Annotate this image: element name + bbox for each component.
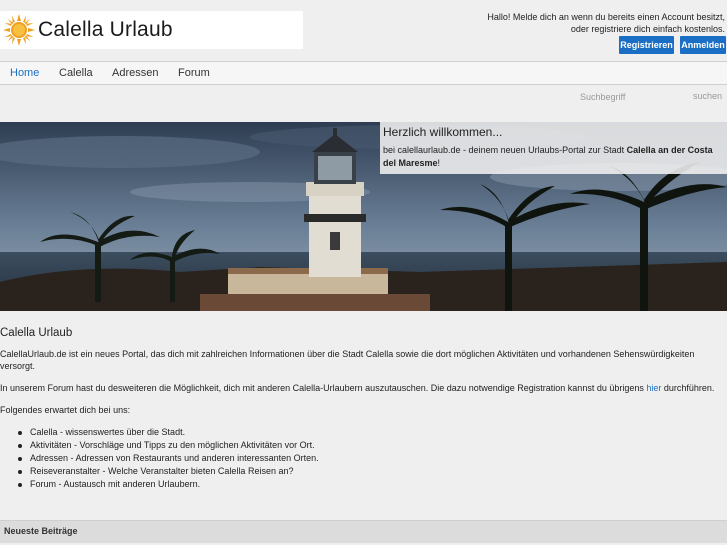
search-button[interactable]: suchen [693,91,722,101]
welcome-line-1: Hallo! Melde dich an wenn du bereits ein… [487,12,725,22]
list-item: Adressen - Adressen von Restaurants und … [18,452,725,465]
nav-item-calella[interactable]: Calella [59,62,93,84]
logo-text: Calella Urlaub [38,18,173,41]
newest-posts-title: Neueste Beiträge [4,526,78,536]
list-item: Forum - Austausch mit anderen Urlaubern. [18,478,725,491]
register-link[interactable]: hier [646,383,661,393]
logo[interactable]: Calella Urlaub [0,11,303,49]
welcome-message: Hallo! Melde dich an wenn du bereits ein… [425,11,725,35]
welcome-overlay: Herzlich willkommen... bei calellaurlaub… [380,122,727,174]
login-button[interactable]: Anmelden [680,36,726,54]
intro-paragraph: CalellaUrlaub.de ist ein neues Portal, d… [0,349,695,371]
welcome-text: bei calellaurlaub.de - deinem neuen Urla… [383,144,725,170]
newest-posts-section: Neueste Beiträge [0,520,727,543]
forum-paragraph-text: In unserem Forum hast du desweiteren die… [0,383,647,393]
nav-item-adressen[interactable]: Adressen [112,62,158,84]
nav-item-forum[interactable]: Forum [178,62,210,84]
nav-item-home[interactable]: Home [10,62,39,84]
welcome-line-2: oder registriere dich einfach kostenlos. [570,24,725,34]
welcome-text-end: ! [437,158,441,168]
register-button[interactable]: Registrieren [619,36,674,54]
feature-list: Calella - wissenswertes über die Stadt. … [0,426,725,491]
page-title: Calella Urlaub [0,327,73,339]
main-content: Calella Urlaub CalellaUrlaub.de ist ein … [0,325,725,491]
search-input[interactable] [578,89,688,105]
sun-logo-icon [3,14,35,46]
forum-paragraph: In unserem Forum hast du desweiteren die… [0,382,725,394]
list-item: Calella - wissenswertes über die Stadt. [18,426,725,439]
forum-paragraph-end: durchführen. [661,383,715,393]
features-intro: Folgendes erwartet dich bei uns: [0,405,131,415]
welcome-title: Herzlich willkommen... [383,125,503,139]
welcome-text-intro: bei calellaurlaub.de - deinem neuen Urla… [383,145,627,155]
main-navigation: Home Calella Adressen Forum [0,61,727,85]
list-item: Reiseveranstalter - Welche Veranstalter … [18,465,725,478]
list-item: Aktivitäten - Vorschläge und Tipps zu de… [18,439,725,452]
